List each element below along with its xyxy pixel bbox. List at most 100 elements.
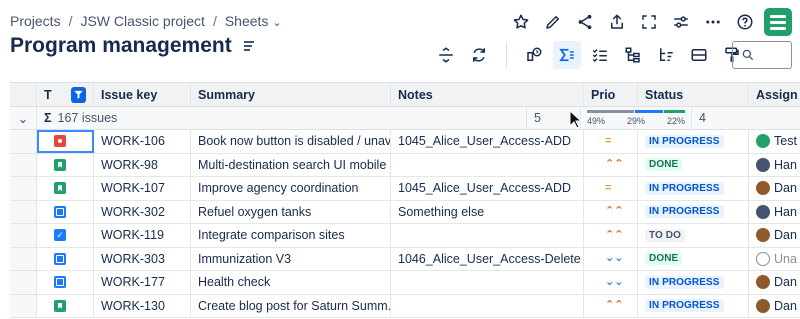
fullscreen-icon[interactable]: [636, 9, 662, 35]
assignee-cell[interactable]: Test: [749, 130, 800, 153]
breadcrumb-sheets[interactable]: Sheets ⌄: [225, 13, 282, 29]
summary-cell[interactable]: Integrate comparison sites: [191, 224, 391, 247]
column-header-type[interactable]: T: [37, 83, 94, 106]
prio-cell[interactable]: ⌄⌄: [584, 247, 638, 270]
prio-cell[interactable]: ⌄⌄: [584, 271, 638, 294]
column-header-status[interactable]: Status: [638, 83, 749, 106]
sum-icon[interactable]: [553, 41, 581, 69]
search-box[interactable]: [732, 41, 792, 69]
row-gutter[interactable]: [10, 271, 37, 294]
status-cell[interactable]: IN PROGRESS: [638, 130, 749, 153]
summary-cell[interactable]: Create blog post for Saturn Summ...: [191, 294, 391, 317]
assignee-cell[interactable]: Dan: [749, 295, 800, 318]
status-cell[interactable]: IN PROGRESS: [638, 294, 749, 317]
app-logo[interactable]: [764, 8, 792, 36]
summary-cell[interactable]: Book now button is disabled / unav...: [191, 130, 391, 153]
row-gutter[interactable]: [10, 294, 37, 317]
assignee-cell[interactable]: Dan: [749, 224, 800, 247]
more-icon[interactable]: [700, 9, 726, 35]
notes-cell[interactable]: [391, 153, 584, 176]
column-header-prio[interactable]: Prio: [584, 83, 638, 106]
status-cell[interactable]: IN PROGRESS: [638, 177, 749, 200]
type-cell[interactable]: [37, 153, 94, 176]
status-cell[interactable]: IN PROGRESS: [638, 271, 749, 294]
type-cell[interactable]: [37, 271, 94, 294]
summary-cell[interactable]: Refuel oxygen tanks: [191, 200, 391, 223]
issue-key-cell[interactable]: WORK-177: [94, 271, 191, 294]
table-row[interactable]: WORK-302 Refuel oxygen tanks Something els…: [10, 200, 800, 224]
breadcrumb-project[interactable]: JSW Classic project: [80, 13, 204, 29]
type-cell[interactable]: [37, 200, 94, 223]
assignee-cell[interactable]: Dan: [749, 177, 800, 200]
table-row[interactable]: WORK-107 Improve agency coordination 1045_…: [10, 177, 800, 201]
status-cell[interactable]: TO DO: [638, 224, 749, 247]
checklist-icon[interactable]: [586, 41, 614, 69]
share-icon[interactable]: [572, 9, 598, 35]
row-gutter[interactable]: [10, 247, 37, 270]
filter-icon[interactable]: [71, 86, 86, 103]
summary-cell[interactable]: Health check: [191, 271, 391, 294]
prio-cell[interactable]: =: [584, 177, 638, 200]
assignee-cell[interactable]: Han: [749, 201, 800, 224]
history-icon[interactable]: [520, 41, 548, 69]
prio-cell[interactable]: ⌃⌃: [584, 224, 638, 247]
column-header-assignee[interactable]: Assign: [749, 83, 800, 106]
prio-cell[interactable]: ⌃⌃: [584, 200, 638, 223]
assignee-cell[interactable]: Han: [749, 154, 800, 177]
row-gutter[interactable]: [10, 130, 37, 153]
status-cell[interactable]: DONE: [638, 247, 749, 270]
table-row[interactable]: WORK-98 Multi-destination search UI mobil…: [10, 153, 800, 177]
column-header-notes[interactable]: Notes: [391, 83, 584, 106]
row-gutter[interactable]: [10, 224, 37, 247]
row-gutter[interactable]: [10, 153, 37, 176]
table-row[interactable]: WORK-119Integrate comparison sites ⌃⌃ TO D…: [10, 224, 800, 248]
notes-cell[interactable]: [391, 294, 584, 317]
issue-key-cell[interactable]: WORK-303: [94, 247, 191, 270]
issue-key-cell[interactable]: WORK-107: [94, 177, 191, 200]
table-row[interactable]: WORK-303 Immunization V3 1046_Alice_User_A…: [10, 247, 800, 271]
summary-cell[interactable]: Immunization V3: [191, 247, 391, 270]
breadcrumb-projects[interactable]: Projects: [10, 13, 61, 29]
pencil-icon[interactable]: [540, 9, 566, 35]
settings-sliders-icon[interactable]: [668, 9, 694, 35]
card-view-icon[interactable]: [685, 41, 713, 69]
notes-cell[interactable]: [391, 224, 584, 247]
hierarchy-icon[interactable]: [619, 41, 647, 69]
notes-cell[interactable]: Something else: [391, 200, 584, 223]
prio-cell[interactable]: ⌃⌃: [584, 294, 638, 317]
type-cell[interactable]: [37, 294, 94, 317]
prio-cell[interactable]: ⌃⌃: [584, 153, 638, 176]
type-cell[interactable]: [37, 177, 94, 200]
refresh-icon[interactable]: [465, 41, 493, 69]
type-cell[interactable]: [37, 247, 94, 270]
help-icon[interactable]: [732, 9, 758, 35]
hierarchy-sort-icon[interactable]: [652, 41, 680, 69]
column-header-key[interactable]: Issue key: [94, 83, 191, 106]
notes-cell[interactable]: [391, 271, 584, 294]
column-header-summary[interactable]: Summary: [191, 83, 391, 106]
summary-cell[interactable]: Improve agency coordination: [191, 177, 391, 200]
row-height-icon[interactable]: [432, 41, 460, 69]
issue-key-cell[interactable]: WORK-106: [94, 130, 191, 153]
table-row[interactable]: WORK-106 Book now button is disabled / un…: [10, 130, 800, 154]
prio-cell[interactable]: =: [584, 130, 638, 153]
sort-menu-icon[interactable]: [243, 39, 254, 53]
issue-key-cell[interactable]: WORK-130: [94, 294, 191, 317]
star-icon[interactable]: [508, 9, 534, 35]
issue-key-cell[interactable]: WORK-98: [94, 153, 191, 176]
issue-key-cell[interactable]: WORK-302: [94, 200, 191, 223]
notes-cell[interactable]: 1045_Alice_User_Access-ADD: [391, 177, 584, 200]
export-icon[interactable]: [604, 9, 630, 35]
assignee-cell[interactable]: Una: [749, 248, 800, 271]
type-cell[interactable]: [37, 224, 94, 247]
search-input[interactable]: [755, 47, 756, 63]
status-cell[interactable]: IN PROGRESS: [638, 200, 749, 223]
row-gutter[interactable]: [10, 200, 37, 223]
assignee-cell[interactable]: Dan: [749, 271, 800, 294]
status-cell[interactable]: DONE: [638, 153, 749, 176]
summary-cell[interactable]: Multi-destination search UI mobile: [191, 153, 391, 176]
type-cell[interactable]: [37, 130, 94, 153]
issue-key-cell[interactable]: WORK-119: [94, 224, 191, 247]
table-row[interactable]: WORK-130 Create blog post for Saturn Summ…: [10, 294, 800, 318]
row-gutter[interactable]: [10, 177, 37, 200]
